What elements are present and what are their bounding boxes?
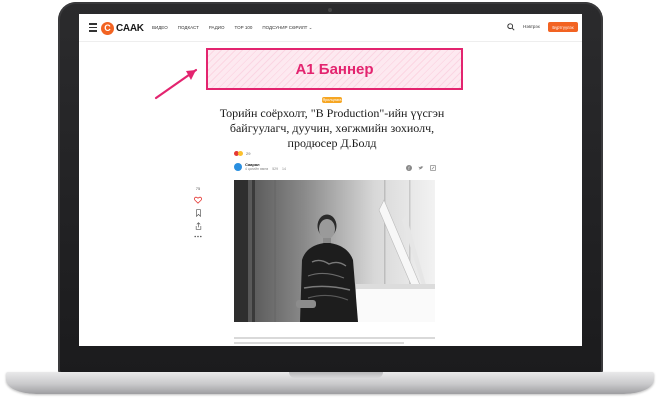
hamburger-icon[interactable] xyxy=(89,23,97,32)
laptop-frame: C CAAK Видео Подкаст Радио Top 100 Подсу… xyxy=(0,0,660,400)
heart-icon[interactable] xyxy=(194,196,202,204)
smile-reaction-icon xyxy=(238,151,243,156)
reaction-summary[interactable]: 29 xyxy=(234,151,250,156)
article-photo[interactable] xyxy=(234,180,435,322)
paragraph-line xyxy=(234,342,404,344)
nav-item-more[interactable]: Подсунир Сөрилт ⌄ xyxy=(262,25,312,31)
site-logo[interactable]: C CAAK xyxy=(101,20,144,36)
share-bar: f xyxy=(406,165,436,171)
facebook-icon[interactable]: f xyxy=(406,165,412,171)
article-title: Торийн соёрхолт, "B Production"-ийн үүсг… xyxy=(219,106,445,150)
publish-time: 4 цагийн өмнө xyxy=(245,167,269,171)
laptop-base xyxy=(6,372,654,394)
reaction-count: 29 xyxy=(246,151,251,156)
register-button[interactable]: Бүртгүүлэх xyxy=(548,22,578,32)
nav-item-radio[interactable]: Радио xyxy=(209,25,225,31)
link-icon[interactable] xyxy=(430,165,436,171)
camera xyxy=(328,8,332,12)
author-block: Саарал 4 цагийн өмнө 529 14 xyxy=(234,162,286,171)
share-icon[interactable] xyxy=(195,222,202,230)
comment-count: 14 xyxy=(282,167,286,171)
search-icon[interactable] xyxy=(507,23,515,31)
category-badge[interactable]: Ярилцлага xyxy=(322,97,342,103)
author-meta: Саарал 4 цагийн өмнө 529 14 xyxy=(245,162,286,171)
ad-banner[interactable]: A1 Баннер xyxy=(206,48,463,90)
site-header: C CAAK Видео Подкаст Радио Top 100 Подсу… xyxy=(79,14,582,42)
bookmark-icon[interactable] xyxy=(195,209,202,217)
banner-label: A1 Баннер xyxy=(295,60,374,78)
pointer-arrow-icon xyxy=(154,68,198,100)
login-link[interactable]: Нэвтрэх xyxy=(523,24,540,29)
view-count: 529 xyxy=(272,167,279,171)
nav-item-top100[interactable]: Top 100 xyxy=(235,25,253,31)
twitter-icon[interactable] xyxy=(418,165,424,171)
logo-mark: C xyxy=(101,21,114,35)
nav-item-video[interactable]: Видео xyxy=(152,25,168,31)
like-count: 75 xyxy=(195,186,201,191)
base-notch xyxy=(289,372,383,378)
logo-text: CAAK xyxy=(116,22,144,34)
nav-item-podcast[interactable]: Подкаст xyxy=(178,25,199,31)
paragraph-line xyxy=(234,337,435,339)
article-actions: 75 xyxy=(192,186,204,238)
author-sub: 4 цагийн өмнө 529 14 xyxy=(245,167,286,171)
main-nav: Видео Подкаст Радио Top 100 Подсунир Сөр… xyxy=(152,25,312,31)
more-icon[interactable] xyxy=(194,235,202,238)
avatar[interactable] xyxy=(234,162,242,171)
